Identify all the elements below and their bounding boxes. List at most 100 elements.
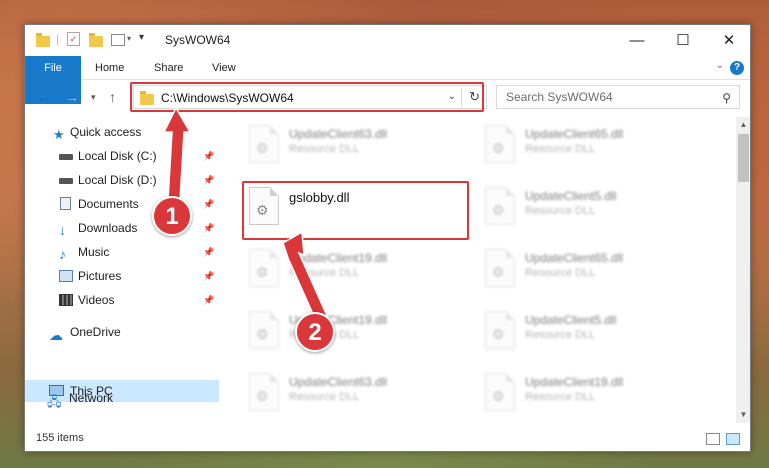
dll-file-icon: ⚙ [249, 125, 279, 163]
dll-file-icon: ⚙ [485, 249, 515, 287]
pin-icon[interactable]: 📌 [203, 193, 214, 215]
list-item[interactable]: ⚙ UpdateClient5.dll Resource DLL [457, 309, 677, 357]
status-bar: 155 items [25, 427, 750, 451]
pictures-icon [59, 270, 73, 282]
cloud-icon: ☁ [49, 327, 63, 343]
gear-icon: ⚙ [492, 264, 505, 280]
sidebar-item-onedrive[interactable]: ☁ OneDrive [25, 321, 219, 343]
gear-icon: ⚙ [492, 202, 505, 218]
item-count: 155 items [36, 432, 84, 444]
dll-file-icon: ⚙ [249, 249, 279, 287]
sidebar-item-label: Pictures [78, 269, 122, 283]
sidebar-item-label: Videos [78, 293, 115, 307]
file-name: UpdateClient19.dll [289, 251, 388, 265]
expand-ribbon-icon[interactable]: ⌄ [716, 60, 724, 71]
list-item[interactable]: ⚙ UpdateClient65.dll Resource DLL [457, 247, 677, 295]
pin-icon[interactable]: 📌 [203, 241, 214, 263]
new-folder-icon[interactable] [89, 33, 103, 47]
ribbon-tabs: File Home Share View ⌄ ? [25, 56, 750, 104]
gear-icon: ⚙ [492, 388, 505, 404]
file-name: UpdateClient65.dll [525, 127, 624, 141]
search-box[interactable]: ⚲ [496, 85, 740, 109]
separator: | [56, 32, 60, 46]
dll-file-icon: ⚙ [249, 373, 279, 411]
tab-share[interactable]: Share [142, 56, 195, 80]
file-list: ⚙ UpdateClient63.dll Resource DLL ⚙ Upda… [221, 117, 736, 423]
properties-icon[interactable]: ✓ [67, 32, 80, 46]
file-highlight [242, 181, 469, 240]
sidebar-item-label: Music [78, 245, 110, 259]
sidebar-item-label: Quick access [70, 125, 142, 139]
sidebar-item-local-disk-c[interactable]: Local Disk (C:) 📌 [25, 145, 219, 167]
sidebar-item-label: OneDrive [70, 325, 121, 339]
back-arrow-icon[interactable]: ← [37, 89, 51, 105]
pin-icon[interactable]: 📌 [203, 217, 214, 239]
file-type: Resource DLL [525, 267, 596, 279]
sidebar-item-local-disk-d[interactable]: Local Disk (D:) 📌 [25, 169, 219, 191]
recent-locations-icon[interactable]: ▾ [91, 92, 96, 103]
scroll-down-icon[interactable]: ▼ [736, 407, 750, 423]
sidebar-item-quick-access[interactable]: ★ Quick access [25, 121, 219, 143]
folder-icon [36, 33, 50, 47]
gear-icon: ⚙ [492, 326, 505, 342]
list-item[interactable]: ⚙ UpdateClient19.dll Resource DLL [221, 247, 441, 295]
sidebar-item-label: Local Disk (C:) [78, 149, 157, 163]
list-item[interactable]: ⚙ UpdateClient5.dll Resource DLL [457, 185, 677, 233]
star-icon: ★ [53, 127, 65, 142]
pin-icon[interactable]: 📌 [203, 145, 214, 167]
pin-icon[interactable]: 📌 [203, 169, 214, 191]
drive-icon [59, 178, 73, 184]
up-arrow-icon[interactable]: ↑ [109, 89, 116, 105]
documents-icon [60, 197, 71, 210]
vertical-scrollbar[interactable]: ▲ ▼ [736, 117, 750, 423]
drive-icon [59, 154, 73, 160]
help-icon[interactable]: ? [730, 61, 744, 75]
dll-file-icon: ⚙ [485, 311, 515, 349]
scrollbar-thumb[interactable] [738, 134, 749, 182]
sidebar-item-label: Documents [78, 197, 139, 211]
sidebar-item-music[interactable]: ♪ Music 📌 [25, 241, 219, 263]
tab-view[interactable]: View [200, 56, 248, 80]
sidebar-item-label: Downloads [78, 221, 138, 235]
scroll-up-icon[interactable]: ▲ [736, 117, 750, 133]
list-item[interactable]: ⚙ UpdateClient19.dll Resource DLL [457, 371, 677, 419]
music-icon: ♪ [59, 246, 66, 262]
forward-arrow-icon[interactable]: → [65, 89, 79, 105]
window-title: SysWOW64 [165, 33, 231, 47]
sidebar-item-network-row[interactable]: 🖧 Network [25, 387, 219, 409]
title-bar: | ✓ ▾ ▾ SysWOW64 — ☐ ✕ [25, 25, 750, 56]
gear-icon: ⚙ [492, 140, 505, 156]
customize-toolbar-icon[interactable]: ▾ [139, 32, 144, 48]
maximize-button[interactable]: ☐ [660, 25, 706, 56]
list-item[interactable]: ⚙ UpdateClient65.dll Resource DLL [457, 123, 677, 171]
sidebar-item-label: Network [69, 391, 114, 405]
pin-icon[interactable]: 📌 [203, 265, 214, 287]
step-2-badge: 2 [295, 312, 335, 352]
search-input[interactable] [497, 86, 717, 108]
sidebar-item-pictures[interactable]: Pictures 📌 [25, 265, 219, 287]
file-type: Resource DLL [525, 329, 596, 341]
view-options-icon[interactable] [111, 34, 125, 46]
sidebar-item-label: Local Disk (D:) [78, 173, 157, 187]
close-button[interactable]: ✕ [706, 25, 750, 56]
step-1-badge: 1 [152, 196, 192, 236]
gear-icon: ⚙ [256, 326, 269, 342]
navigation-pane: ★ Quick access Local Disk (C:) 📌 Local D… [25, 117, 219, 423]
file-name: UpdateClient63.dll [289, 375, 388, 389]
minimize-button[interactable]: — [614, 25, 660, 56]
file-type: Resource DLL [525, 143, 596, 155]
sidebar-item-videos[interactable]: Videos 📌 [25, 289, 219, 311]
file-name: UpdateClient5.dll [525, 189, 617, 203]
details-view-icon[interactable] [706, 433, 720, 445]
file-type: Resource DLL [525, 391, 596, 403]
list-item[interactable]: ⚙ UpdateClient63.dll Resource DLL [221, 123, 441, 171]
large-icons-view-icon[interactable] [726, 433, 740, 445]
dropdown-arrow-icon[interactable]: ▾ [127, 34, 131, 50]
network-icon: 🖧 [47, 394, 62, 409]
pin-icon[interactable]: 📌 [203, 289, 214, 311]
gear-icon: ⚙ [256, 264, 269, 280]
tab-home[interactable]: Home [83, 56, 136, 80]
list-item[interactable]: ⚙ UpdateClient63.dll Resource DLL [221, 371, 441, 419]
file-type: Resource DLL [525, 205, 596, 217]
search-icon[interactable]: ⚲ [722, 91, 731, 105]
